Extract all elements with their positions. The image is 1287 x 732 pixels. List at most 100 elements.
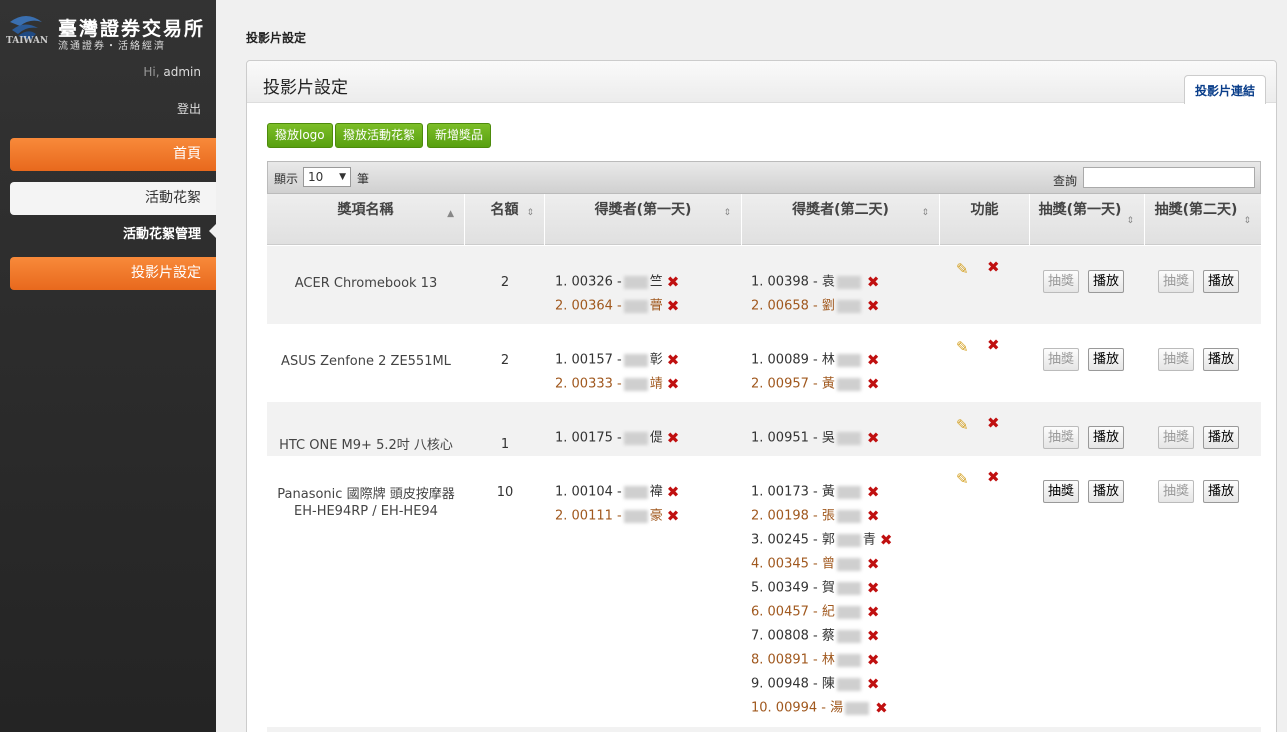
edit-pencil-icon[interactable]: ✎ bbox=[956, 416, 969, 434]
masked-name bbox=[623, 509, 648, 523]
col-winners-day1[interactable]: 得獎者(第一天) ⇕ bbox=[545, 194, 742, 245]
nav-home[interactable]: 首頁 bbox=[10, 138, 216, 171]
col-draw-day1[interactable]: 抽獎(第一天) ⇕ bbox=[1030, 194, 1145, 245]
remove-winner-icon[interactable]: ✖ bbox=[867, 576, 880, 600]
remove-winner-icon[interactable]: ✖ bbox=[867, 552, 880, 576]
play-day1-button[interactable]: 播放 bbox=[1088, 480, 1125, 503]
winner-number: 2. 00333 - bbox=[555, 376, 622, 392]
col-actions-label: 功能 bbox=[970, 202, 999, 218]
nav-events[interactable]: 活動花絮 bbox=[10, 182, 216, 215]
col-winners-day2[interactable]: 得獎者(第二天) ⇕ bbox=[742, 194, 940, 245]
winner-entry: 2. 00333 - 靖 ✖ bbox=[555, 372, 745, 396]
col-actions: 功能 bbox=[940, 194, 1030, 245]
nav-slides[interactable]: 投影片設定 bbox=[10, 257, 216, 290]
logout-link[interactable]: 登出 bbox=[177, 100, 201, 117]
col-prize-name[interactable]: 獎項名稱 ▲ bbox=[267, 194, 465, 245]
delete-icon[interactable]: ✖ bbox=[987, 258, 1000, 276]
prize-name: ACER Chromebook 13 bbox=[294, 276, 438, 291]
remove-winner-icon[interactable]: ✖ bbox=[867, 426, 880, 450]
remove-winner-icon[interactable]: ✖ bbox=[875, 696, 888, 720]
draw-day1-button[interactable]: 抽獎 bbox=[1043, 480, 1080, 503]
winner-number: 4. 00345 - 曾 bbox=[751, 556, 835, 572]
play-day2-button[interactable]: 播放 bbox=[1203, 270, 1240, 293]
edit-pencil-icon[interactable]: ✎ bbox=[956, 260, 969, 278]
col-draw-day1-label: 抽獎(第一天) bbox=[1038, 202, 1122, 218]
twse-logo[interactable]: TAIWAN 臺灣證券交易所 流通證券・活絡經濟 bbox=[6, 12, 211, 54]
search-input[interactable] bbox=[1083, 167, 1255, 188]
draw-day2-button[interactable]: 抽獎 bbox=[1158, 270, 1195, 293]
draw-day2-button[interactable]: 抽獎 bbox=[1158, 426, 1195, 449]
sort-asc-icon: ▲ bbox=[447, 209, 454, 219]
remove-winner-icon[interactable]: ✖ bbox=[867, 672, 880, 696]
remove-winner-icon[interactable]: ✖ bbox=[880, 528, 893, 552]
remove-winner-icon[interactable]: ✖ bbox=[867, 480, 880, 504]
delete-icon[interactable]: ✖ bbox=[987, 468, 1000, 486]
col-draw-day2-label: 抽獎(第二天) bbox=[1154, 202, 1238, 218]
winner-name-suffix: 禕 bbox=[649, 484, 663, 500]
play-day2-button[interactable]: 播放 bbox=[1203, 348, 1240, 371]
draw-day1-button[interactable]: 抽獎 bbox=[1043, 270, 1080, 293]
table-header: 獎項名稱 ▲ 名額 ⇕ 得獎者(第一天) ⇕ 得獎者(第二天) ⇕ 功能 抽獎(第一天)… bbox=[267, 194, 1261, 245]
winner-entry: 4. 00345 - 曾 ✖ bbox=[751, 552, 951, 576]
play-day1-button[interactable]: 播放 bbox=[1088, 426, 1125, 449]
col-winners-day2-label: 得獎者(第二天) bbox=[792, 202, 889, 218]
remove-winner-icon[interactable]: ✖ bbox=[667, 426, 680, 450]
winner-name-suffix: 瞢 bbox=[649, 298, 663, 314]
winner-number: 8. 00891 - 林 bbox=[751, 652, 835, 668]
remove-winner-icon[interactable]: ✖ bbox=[867, 372, 880, 396]
draw-day1-button[interactable]: 抽獎 bbox=[1043, 426, 1080, 449]
remove-winner-icon[interactable]: ✖ bbox=[667, 480, 680, 504]
remove-winner-icon[interactable]: ✖ bbox=[867, 600, 880, 624]
remove-winner-icon[interactable]: ✖ bbox=[667, 294, 680, 318]
table-row: Panasonic 國際牌 頭皮按摩器 EH-HE94RP / EH-HE94 10… bbox=[267, 456, 1261, 726]
draw-day2-button[interactable]: 抽獎 bbox=[1158, 348, 1195, 371]
winner-entry: 1. 00951 - 吳 ✖ bbox=[751, 426, 951, 450]
draw-day1-button[interactable]: 抽獎 bbox=[1043, 348, 1080, 371]
remove-winner-icon[interactable]: ✖ bbox=[667, 504, 680, 528]
masked-name bbox=[836, 629, 861, 643]
masked-name bbox=[836, 605, 861, 619]
edit-pencil-icon[interactable]: ✎ bbox=[956, 470, 969, 488]
remove-winner-icon[interactable]: ✖ bbox=[667, 372, 680, 396]
play-day2-button[interactable]: 播放 bbox=[1203, 480, 1240, 503]
remove-winner-icon[interactable]: ✖ bbox=[867, 294, 880, 318]
add-prize-button[interactable]: 新增獎品 bbox=[427, 123, 492, 148]
remove-winner-icon[interactable]: ✖ bbox=[867, 648, 880, 672]
winner-entry: 5. 00349 - 賀 ✖ bbox=[751, 576, 951, 600]
prize-quota: 2 bbox=[500, 353, 510, 368]
col-prize-name-label: 獎項名稱 bbox=[337, 202, 394, 218]
play-logo-button[interactable]: 撥放logo bbox=[267, 123, 333, 148]
winner-number: 1. 00157 - bbox=[555, 352, 622, 368]
winner-entry: 2. 00364 - 瞢 ✖ bbox=[555, 294, 745, 318]
winner-name-suffix: 竺 bbox=[649, 274, 663, 290]
winner-number: 1. 00951 - 吳 bbox=[751, 430, 835, 446]
masked-name bbox=[836, 677, 861, 691]
masked-name bbox=[845, 701, 870, 715]
twse-logo-icon bbox=[10, 16, 42, 40]
winner-entry: 9. 00948 - 陳 ✖ bbox=[751, 672, 951, 696]
remove-winner-icon[interactable]: ✖ bbox=[867, 348, 880, 372]
remove-winner-icon[interactable]: ✖ bbox=[867, 504, 880, 528]
play-day1-button[interactable]: 播放 bbox=[1088, 270, 1125, 293]
page-length-select[interactable]: 10 ▼ bbox=[303, 167, 351, 187]
play-day2-button[interactable]: 播放 bbox=[1203, 426, 1240, 449]
delete-icon[interactable]: ✖ bbox=[987, 336, 1000, 354]
tab-slide-link[interactable]: 投影片連結 bbox=[1183, 75, 1266, 104]
draw-day2-button[interactable]: 抽獎 bbox=[1158, 480, 1195, 503]
remove-winner-icon[interactable]: ✖ bbox=[867, 624, 880, 648]
dropdown-arrow-icon: ▼ bbox=[339, 172, 346, 182]
masked-name bbox=[623, 353, 648, 367]
nav-events-manage[interactable]: 活動花絮管理 bbox=[123, 223, 217, 242]
remove-winner-icon[interactable]: ✖ bbox=[667, 270, 680, 294]
col-draw-day2[interactable]: 抽獎(第二天) ⇕ bbox=[1145, 194, 1261, 245]
play-events-button[interactable]: 撥放活動花絮 bbox=[335, 123, 424, 148]
masked-name bbox=[836, 299, 861, 313]
edit-pencil-icon[interactable]: ✎ bbox=[956, 338, 969, 356]
col-quota[interactable]: 名額 ⇕ bbox=[465, 194, 545, 245]
remove-winner-icon[interactable]: ✖ bbox=[867, 270, 880, 294]
play-day1-button[interactable]: 播放 bbox=[1088, 348, 1125, 371]
delete-icon[interactable]: ✖ bbox=[987, 414, 1000, 432]
winner-number: 1. 00175 - bbox=[555, 430, 622, 446]
masked-name bbox=[836, 557, 861, 571]
remove-winner-icon[interactable]: ✖ bbox=[667, 348, 680, 372]
